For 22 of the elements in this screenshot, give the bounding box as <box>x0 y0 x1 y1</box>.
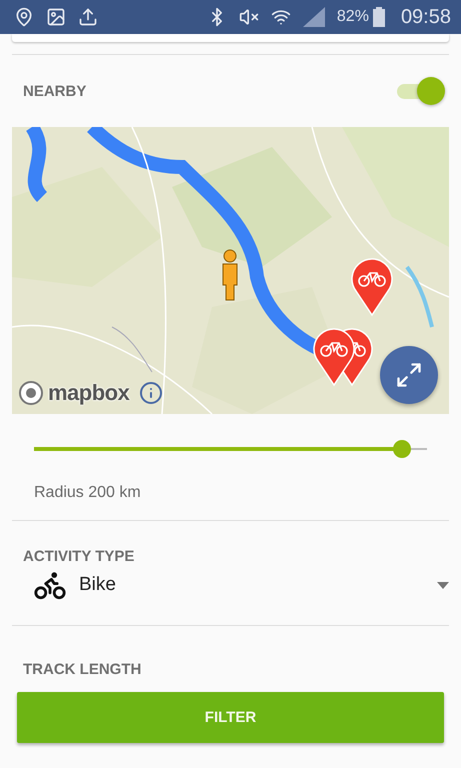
mute-icon <box>238 7 259 27</box>
slider-thumb[interactable] <box>392 440 411 458</box>
image-icon <box>46 7 66 27</box>
activity-dropdown[interactable]: Bike <box>33 565 449 605</box>
expand-icon <box>395 361 423 389</box>
bike-marker-icon[interactable] <box>350 257 394 317</box>
dropdown-caret-icon <box>437 582 449 588</box>
radius-label: Radius 200 km <box>34 484 141 501</box>
section-title: TRACK LENGTH <box>23 661 142 678</box>
battery-percent: 82% <box>336 8 369 26</box>
person-icon <box>220 249 240 301</box>
signal-icon <box>302 7 325 27</box>
upload-icon <box>78 7 98 27</box>
section-title: NEARBY <box>23 82 86 100</box>
attribution-text: mapbox <box>48 380 130 406</box>
section-title: ACTIVITY TYPE <box>23 548 134 565</box>
nearby-toggle[interactable] <box>395 76 445 106</box>
info-icon[interactable] <box>139 381 164 405</box>
battery-icon <box>372 7 385 27</box>
clock: 09:58 <box>400 6 451 28</box>
bike-marker-cluster-drawing[interactable] <box>312 327 374 387</box>
location-icon <box>14 7 34 27</box>
